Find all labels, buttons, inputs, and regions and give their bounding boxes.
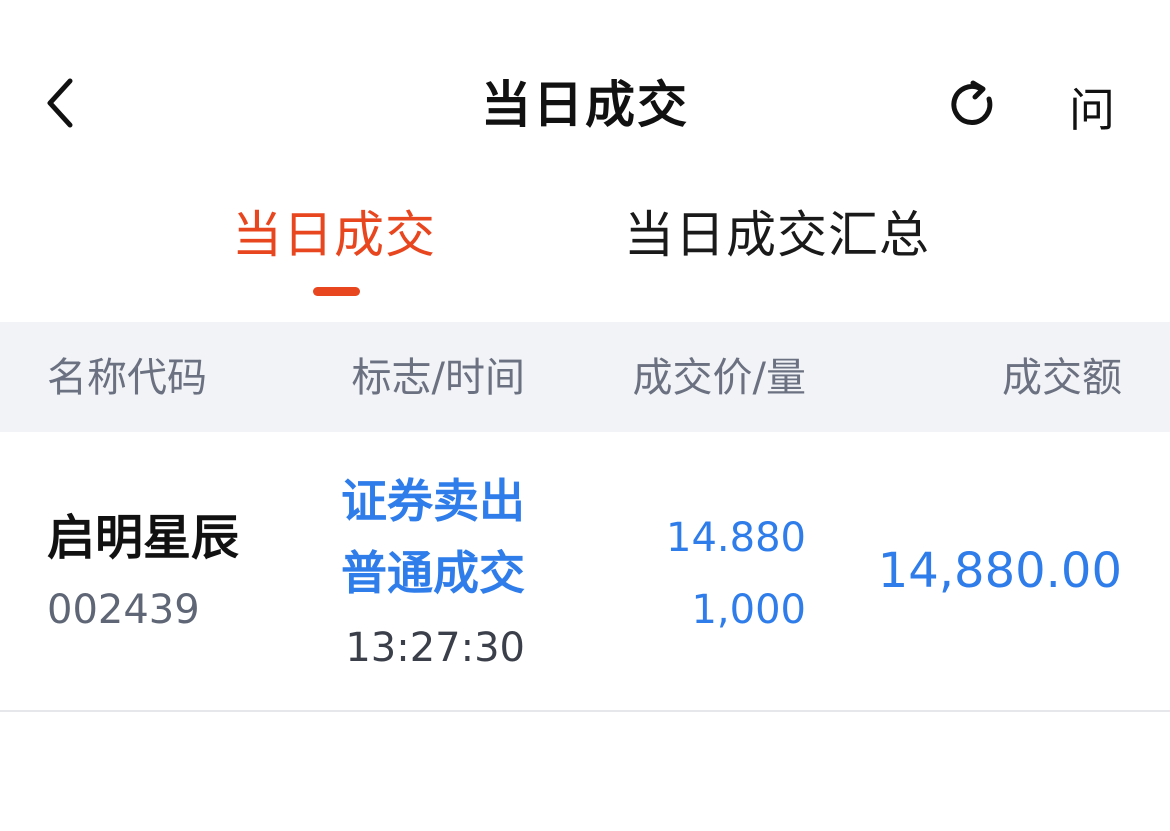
stock-code: 002439 bbox=[47, 587, 200, 633]
tab-daily-trades[interactable]: 当日成交 bbox=[232, 200, 436, 270]
trade-time: 13:27:30 bbox=[345, 625, 525, 671]
active-tab-indicator bbox=[313, 287, 360, 296]
trade-type: 普通成交 bbox=[341, 546, 525, 600]
column-header-flag-time: 标志/时间 bbox=[351, 355, 525, 401]
trade-direction: 证券卖出 bbox=[341, 474, 525, 528]
tab-daily-trades-summary[interactable]: 当日成交汇总 bbox=[624, 200, 930, 270]
trade-price: 14.880 bbox=[666, 515, 806, 561]
ask-button[interactable]: 问 bbox=[1056, 72, 1128, 142]
refresh-button[interactable] bbox=[938, 72, 1008, 142]
table-row[interactable]: 启明星辰 002439 证券卖出 普通成交 13:27:30 14.880 1,… bbox=[0, 432, 1170, 712]
column-header-name-code: 名称代码 bbox=[47, 355, 207, 401]
table-header: 名称代码 标志/时间 成交价/量 成交额 bbox=[0, 322, 1170, 432]
trade-quantity: 1,000 bbox=[691, 587, 806, 633]
trade-amount: 14,880.00 bbox=[877, 543, 1122, 599]
column-header-amount: 成交额 bbox=[1002, 355, 1122, 401]
stock-name: 启明星辰 bbox=[47, 510, 240, 566]
tab-bar: 当日成交 当日成交汇总 bbox=[0, 190, 1170, 322]
refresh-icon bbox=[945, 77, 1001, 137]
back-button[interactable] bbox=[30, 70, 90, 140]
navigation-bar: 当日成交 问 bbox=[0, 0, 1170, 190]
chevron-left-icon bbox=[40, 75, 80, 135]
column-header-price-volume: 成交价/量 bbox=[632, 355, 806, 401]
